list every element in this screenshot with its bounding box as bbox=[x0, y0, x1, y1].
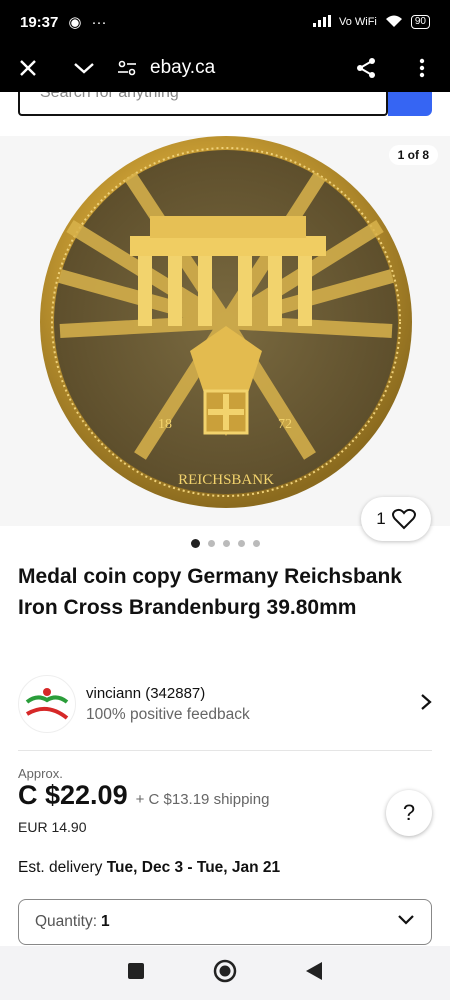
status-time: 19:37 bbox=[20, 13, 59, 31]
home-button[interactable] bbox=[213, 959, 237, 988]
search-button[interactable] bbox=[388, 92, 432, 116]
coin-year-right: 72 bbox=[278, 417, 292, 432]
carousel-dot[interactable] bbox=[252, 540, 260, 547]
signal-icon bbox=[312, 14, 331, 30]
back-button[interactable] bbox=[305, 961, 323, 986]
chevron-down-icon bbox=[74, 63, 94, 74]
quantity-label: Quantity: bbox=[35, 913, 98, 930]
search-input[interactable]: Search for anything bbox=[18, 92, 388, 116]
search-strip: Search for anything bbox=[0, 92, 450, 132]
carousel-dot[interactable] bbox=[237, 540, 245, 547]
carousel-dot[interactable] bbox=[222, 540, 230, 547]
close-icon bbox=[20, 60, 36, 76]
battery-icon: 90 bbox=[410, 15, 430, 29]
item-price: C $22.09 bbox=[18, 780, 128, 810]
delivery-label: Est. delivery bbox=[18, 859, 103, 876]
status-bar: 19:37 ◉ ··· Vo WiFi 90 bbox=[0, 0, 450, 44]
shipping-cost: + C $13.19 shipping bbox=[135, 791, 270, 808]
carousel-dot[interactable] bbox=[190, 539, 200, 548]
triangle-back-icon bbox=[306, 961, 322, 980]
more-notifications-icon: ··· bbox=[91, 13, 107, 31]
more-vert-icon bbox=[419, 58, 425, 78]
chrome-notification-icon: ◉ bbox=[68, 14, 82, 31]
share-icon bbox=[357, 58, 375, 78]
divider bbox=[18, 750, 432, 751]
image-counter: 1 of 8 bbox=[388, 145, 438, 165]
carousel-dot[interactable] bbox=[207, 540, 215, 547]
coin-image: 18 72 REICHSBANK bbox=[40, 136, 412, 508]
item-title: Medal coin copy Germany Reichsbank Iron … bbox=[18, 565, 402, 619]
collapse-button[interactable] bbox=[56, 44, 112, 92]
original-price: EUR 14.90 bbox=[18, 819, 87, 835]
square-icon bbox=[128, 962, 144, 979]
wifi-icon bbox=[385, 14, 403, 31]
coin-inscription: REICHSBANK bbox=[178, 472, 274, 488]
circle-icon bbox=[213, 959, 237, 982]
seller-row[interactable]: vinciann (342887) 100% positive feedback bbox=[18, 675, 432, 733]
heart-icon bbox=[391, 508, 416, 530]
site-settings-icon bbox=[118, 60, 136, 76]
network-label: Vo WiFi bbox=[338, 16, 377, 28]
share-button[interactable] bbox=[338, 44, 394, 92]
chevron-right-icon bbox=[420, 693, 432, 716]
delivery-dates: Tue, Dec 3 - Tue, Jan 21 bbox=[106, 859, 281, 876]
product-image[interactable]: 18 72 REICHSBANK bbox=[0, 136, 450, 526]
watch-button[interactable]: 1 bbox=[361, 497, 431, 541]
menu-button[interactable] bbox=[394, 44, 450, 92]
coin-year-left: 18 bbox=[158, 417, 172, 432]
approx-label: Approx. bbox=[18, 766, 63, 781]
quantity-value: 1 bbox=[101, 913, 110, 930]
close-tab-button[interactable] bbox=[0, 44, 56, 92]
carousel-dots bbox=[0, 539, 450, 548]
question-icon: ? bbox=[402, 800, 416, 825]
seller-avatar bbox=[18, 675, 76, 733]
chevron-down-icon bbox=[397, 913, 415, 931]
delivery-estimate: Est. delivery Tue, Dec 3 - Tue, Jan 21 bbox=[18, 859, 280, 877]
system-nav-bar bbox=[0, 946, 450, 1000]
price-row: C $22.09 + C $13.19 shipping bbox=[18, 780, 269, 811]
quantity-select[interactable]: Quantity: 1 bbox=[18, 899, 432, 945]
url-bar[interactable]: ebay.ca bbox=[118, 57, 215, 79]
url-text: ebay.ca bbox=[150, 57, 216, 78]
seller-name: vinciann (342887) bbox=[86, 684, 206, 702]
seller-feedback: 100% positive feedback bbox=[86, 705, 250, 723]
help-button[interactable]: ? bbox=[386, 790, 432, 836]
recents-button[interactable] bbox=[127, 962, 145, 985]
browser-toolbar: ebay.ca bbox=[0, 44, 450, 92]
watch-count: 1 bbox=[376, 509, 386, 528]
